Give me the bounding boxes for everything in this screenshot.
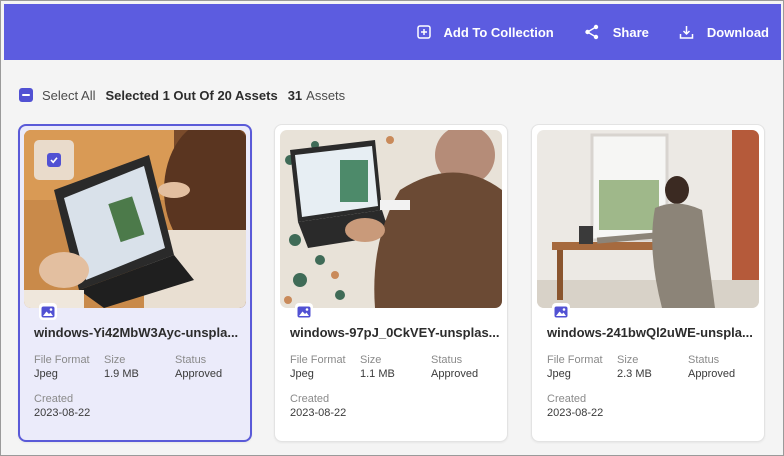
created-field: Created 2023-08-22: [34, 392, 90, 420]
share-button[interactable]: Share: [584, 24, 649, 40]
image-type-icon: [552, 303, 570, 320]
size-value: 2.3 MB: [617, 368, 652, 380]
file-format-field: File Format Jpeg: [547, 353, 603, 381]
download-button[interactable]: Download: [679, 25, 769, 40]
add-square-icon: [416, 25, 431, 39]
status-label: Status: [431, 354, 463, 366]
thumbnail-image: [537, 130, 759, 308]
status-field: Status Approved: [431, 353, 478, 381]
status-value: Approved: [431, 368, 479, 380]
file-format-field: File Format Jpeg: [34, 353, 90, 381]
created-value: 2023-08-22: [34, 407, 91, 419]
app-frame: Add To Collection Share Download Select …: [0, 0, 784, 456]
assets-count: 31: [287, 87, 303, 103]
size-field: Size 1.1 MB: [360, 353, 395, 381]
download-label: Download: [706, 24, 769, 40]
file-format-value: Jpeg: [34, 368, 58, 380]
asset-card[interactable]: windows-241bwQl2uWE-unspla... File Forma…: [531, 124, 765, 442]
size-label: Size: [104, 354, 126, 366]
download-icon: [679, 25, 694, 39]
image-type-icon: [39, 303, 57, 320]
thumbnail-image: [280, 130, 502, 308]
select-all-checkbox[interactable]: [19, 88, 33, 102]
created-label: Created: [290, 393, 330, 405]
created-value: 2023-08-22: [290, 407, 347, 419]
asset-name[interactable]: windows-Yi42MbW3Ayc-unspla...: [34, 325, 244, 340]
created-field: Created 2023-08-22: [547, 392, 603, 420]
file-format-value: Jpeg: [290, 368, 314, 380]
status-value: Approved: [688, 368, 736, 380]
file-format-label: File Format: [34, 354, 90, 366]
size-value: 1.9 MB: [104, 368, 139, 380]
status-value: Approved: [175, 368, 223, 380]
selection-summary: Selected 1 Out Of 20 Assets: [105, 87, 278, 103]
created-label: Created: [34, 393, 74, 405]
select-all-label[interactable]: Select All: [42, 88, 95, 103]
asset-name[interactable]: windows-241bwQl2uWE-unspla...: [547, 325, 757, 340]
file-format-label: File Format: [547, 354, 603, 366]
created-value: 2023-08-22: [547, 407, 604, 419]
status-label: Status: [688, 354, 720, 366]
add-to-collection-label: Add To Collection: [443, 24, 554, 40]
size-field: Size 2.3 MB: [617, 353, 652, 381]
asset-thumbnail[interactable]: [24, 130, 246, 308]
size-label: Size: [360, 354, 382, 366]
add-to-collection-button[interactable]: Add To Collection: [416, 24, 554, 40]
share-label: Share: [612, 24, 649, 40]
status-field: Status Approved: [175, 353, 222, 381]
status-label: Status: [175, 354, 207, 366]
file-format-value: Jpeg: [547, 368, 571, 380]
created-label: Created: [547, 393, 587, 405]
selection-toolbar: Select All Selected 1 Out Of 20 Assets 3…: [19, 85, 345, 105]
share-icon: [585, 24, 598, 40]
asset-thumbnail[interactable]: [280, 130, 502, 308]
file-format-field: File Format Jpeg: [290, 353, 346, 381]
asset-name[interactable]: windows-97pJ_0CkVEY-unsplas...: [290, 325, 500, 340]
status-field: Status Approved: [688, 353, 735, 381]
asset-card[interactable]: windows-97pJ_0CkVEY-unsplas... File Form…: [274, 124, 508, 442]
image-type-icon: [295, 303, 313, 320]
assets-label: Assets: [306, 87, 346, 103]
file-format-label: File Format: [290, 354, 346, 366]
size-field: Size 1.9 MB: [104, 353, 139, 381]
asset-thumbnail[interactable]: [537, 130, 759, 308]
asset-card[interactable]: windows-Yi42MbW3Ayc-unspla... File Forma…: [18, 124, 252, 442]
size-label: Size: [617, 354, 639, 366]
action-bar: Add To Collection Share Download: [4, 4, 781, 60]
created-field: Created 2023-08-22: [290, 392, 346, 420]
size-value: 1.1 MB: [360, 368, 395, 380]
selection-checkbox[interactable]: [34, 140, 74, 180]
checkmark-icon: [47, 153, 61, 167]
